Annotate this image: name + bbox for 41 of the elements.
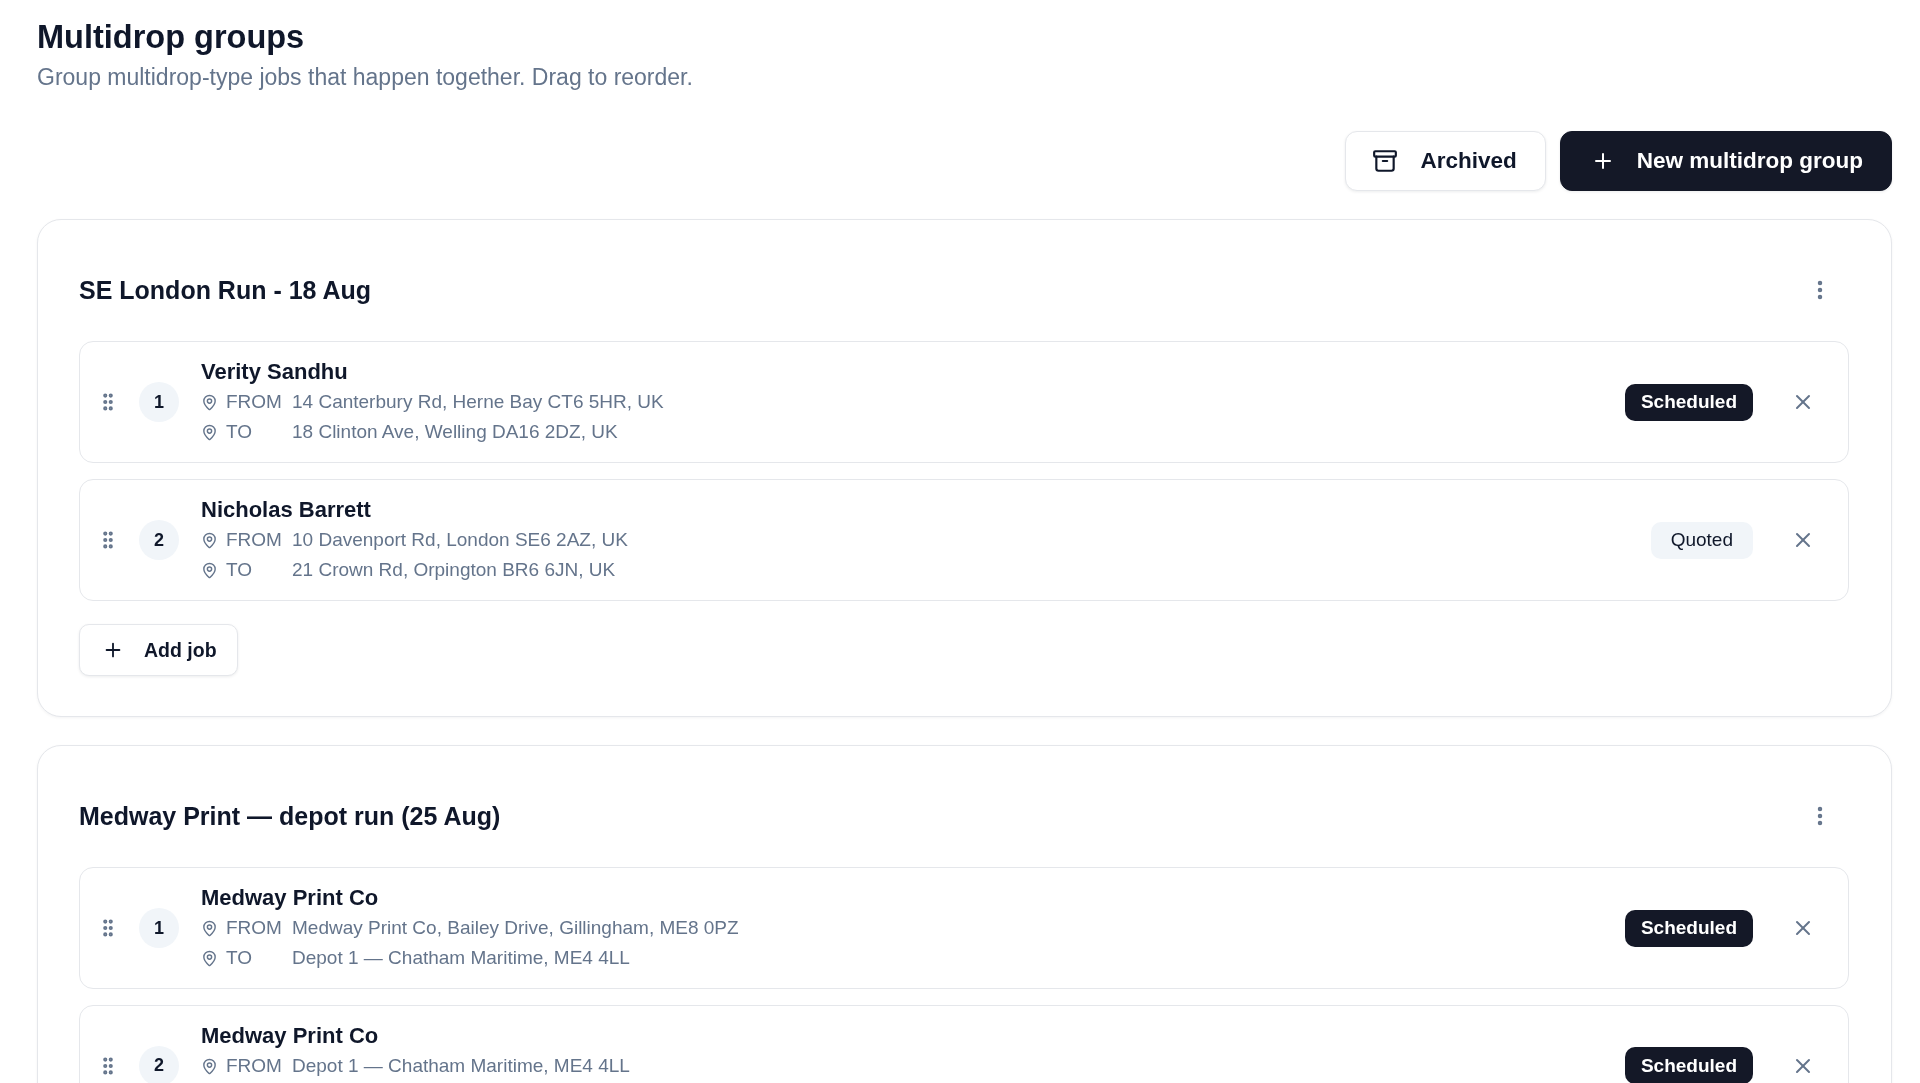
stop-address: Depot 1 — Chatham Maritime, ME4 4LL [292,946,630,970]
stop-label: TO [226,420,254,444]
archive-box-icon [1372,148,1399,174]
stop-address: 10 Davenport Rd, London SE6 2AZ, UK [292,528,628,552]
customer-name: Nicholas Barrett [201,496,371,524]
status-badge: Scheduled [1624,909,1753,947]
customer-name: Medway Print Co [201,884,379,912]
page-title: Multidrop groups [37,18,305,57]
map-pin-icon [201,1057,218,1075]
map-pin-icon [201,949,218,967]
stop-label: TO [226,558,254,582]
status-badge: Scheduled [1624,1047,1753,1083]
stop-address: 14 Canterbury Rd, Herne Bay CT6 5HR, UK [292,390,664,414]
stop-address: Depot 1 — Chatham Maritime, ME4 4LL [292,1054,630,1078]
stop-address: 21 Crown Rd, Orpington BR6 6JN, UK [292,558,616,582]
status-badge: Quoted [1650,521,1753,559]
stop-label: FROM [226,528,283,552]
stop-label: TO [226,946,254,970]
job-number: 2 [139,520,179,560]
map-pin-icon [201,919,218,937]
map-pin-icon [201,393,218,411]
stop-label: FROM [226,916,283,940]
job-number: 1 [139,382,179,422]
job-number: 2 [139,1045,179,1083]
stop-address: Medway Print Co, Bailey Drive, Gillingham, ME8 0PZ [292,916,739,940]
map-pin-icon [201,561,218,579]
map-pin-icon [201,531,218,549]
job-number: 1 [139,908,179,948]
customer-name: Verity Sandhu [201,358,348,386]
customer-name: Medway Print Co [201,1022,379,1050]
status-badge: Scheduled [1624,383,1753,421]
stop-address: 18 Clinton Ave, Welling DA16 2DZ, UK [292,420,618,444]
stop-label: FROM [226,390,283,414]
stop-label: FROM [226,1054,283,1078]
archived-button[interactable]: Archived [1345,131,1546,191]
new-group-button[interactable]: New multidrop group [1559,131,1892,191]
map-pin-icon [201,423,218,441]
group-title: Medway Print — depot run (25 Aug) [79,801,501,832]
add-job-button[interactable]: Add job [79,624,238,676]
page-subtitle: Group multidrop-type jobs that happen together. Drag to reorder. [37,63,693,92]
group-title: SE London Run - 18 Aug [79,275,372,306]
